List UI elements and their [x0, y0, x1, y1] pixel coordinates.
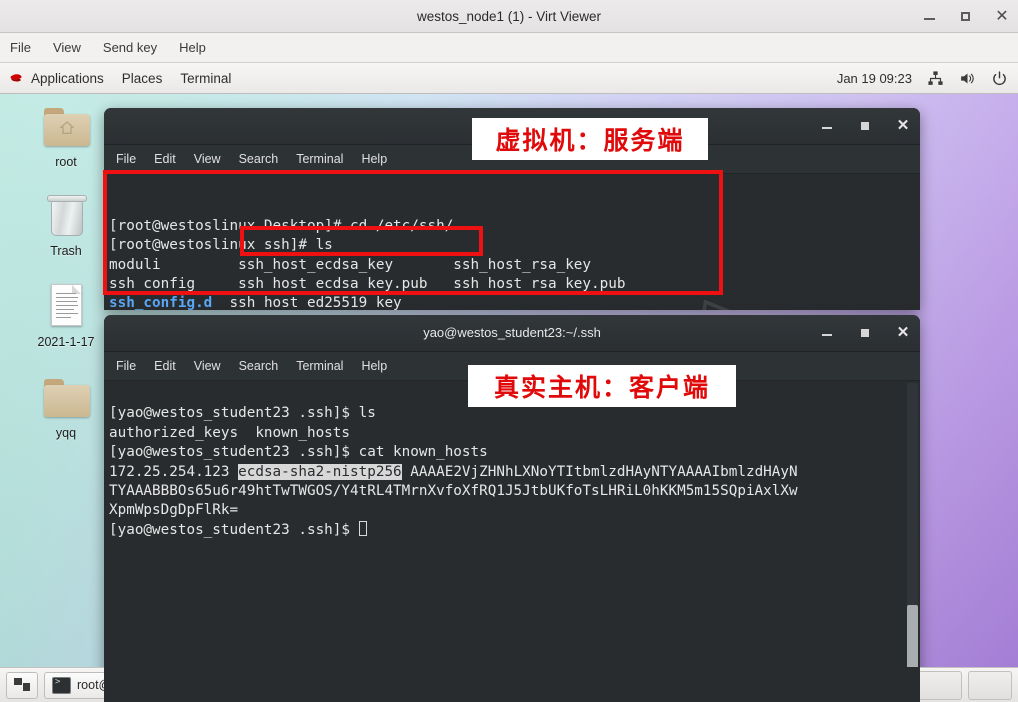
annotation-label-server: 虚拟机：服务端: [472, 118, 708, 160]
terminal2-title: yao@westos_student23:~/.ssh: [423, 325, 601, 340]
menu-help[interactable]: Help: [361, 152, 387, 166]
menu-view[interactable]: View: [194, 359, 221, 373]
terminal1-line: [root@westoslinux ssh]# ls: [109, 237, 333, 254]
menu-search[interactable]: Search: [239, 152, 279, 166]
terminal2-output[interactable]: [yao@westos_student23 .ssh]$ ls authorize…: [104, 381, 920, 675]
menu-help[interactable]: Help: [179, 40, 206, 55]
menu-edit[interactable]: Edit: [154, 359, 176, 373]
gnome-top-panel: Applications Places Terminal Jan 19 09:2…: [0, 63, 1018, 94]
known-hosts-line: 172.25.254.123 ecdsa-sha2-nistp256 AAAAE…: [109, 463, 920, 482]
terminal1-line: moduli ssh_host_ecdsa_key ssh_host_rsa_k…: [109, 256, 592, 273]
taskbar-slot[interactable]: [968, 670, 1012, 700]
known-hosts-key-3: XpmWpsDgDpFlRk=: [109, 502, 239, 519]
virt-viewer-menubar: File View Send key Help: [0, 33, 1018, 63]
trash-icon: [38, 191, 94, 241]
maximize-icon[interactable]: [858, 119, 872, 133]
desktop-icons: root Trash 2021-1-17 yqq: [26, 102, 106, 452]
dir-name: ssh_config.d: [109, 295, 213, 310]
close-icon[interactable]: ✕: [896, 118, 910, 133]
maximize-icon[interactable]: [858, 326, 872, 340]
terminal2-prompt-line: [yao@westos_student23 .ssh]$: [109, 520, 920, 540]
close-icon[interactable]: ✕: [896, 325, 910, 340]
panel-applications[interactable]: Applications: [31, 71, 104, 86]
terminal2-line: [yao@westos_student23 .ssh]$ cat known_h…: [109, 444, 488, 461]
document-icon: [38, 282, 94, 332]
known-hosts-host: 172.25.254.123: [109, 463, 239, 480]
known-hosts-keytype: ecdsa-sha2-nistp256: [238, 463, 402, 480]
terminal1-output[interactable]: [root@westoslinux Desktop]# cd /etc/ssh/…: [104, 174, 920, 310]
terminal2-prompt: [yao@westos_student23 .ssh]$: [109, 521, 359, 538]
annotation-label-client: 真实主机：客户端: [468, 365, 736, 407]
folder-icon: [38, 373, 94, 423]
redhat-logo-icon: [10, 73, 22, 81]
menu-terminal[interactable]: Terminal: [296, 359, 343, 373]
terminal2-window-controls: ✕: [820, 315, 910, 351]
terminal2-titlebar: yao@westos_student23:~/.ssh ✕: [104, 315, 920, 352]
screen: westos_node1 (1) - Virt Viewer ✕ File Vi…: [0, 0, 1018, 702]
power-icon[interactable]: [991, 70, 1008, 87]
terminal2-scrollbar-thumb[interactable]: [907, 605, 918, 669]
menu-view[interactable]: View: [194, 152, 221, 166]
minimize-icon[interactable]: [922, 9, 938, 25]
workspace-switcher-button[interactable]: [6, 671, 38, 699]
terminal1-line-dir: ssh_config.d ssh_host_ed25519_key: [109, 294, 920, 310]
dir-rest: ssh_host_ed25519_key: [212, 295, 402, 310]
terminal1-window-controls: ✕: [820, 108, 910, 144]
menu-edit[interactable]: Edit: [154, 152, 176, 166]
terminal2-line: [yao@westos_student23 .ssh]$ ls: [109, 405, 376, 422]
close-icon[interactable]: ✕: [994, 8, 1010, 25]
virt-viewer-title: westos_node1 (1) - Virt Viewer: [416, 9, 602, 24]
virt-viewer-window-controls: ✕: [922, 0, 1010, 33]
known-hosts-key-1: AAAAE2VjZHNhLXNoYTItbmlzdHAyNTYAAAAIbmlz…: [401, 463, 798, 480]
desktop-icon-yqq[interactable]: yqq: [26, 373, 106, 440]
network-icon[interactable]: [927, 70, 944, 87]
menu-search[interactable]: Search: [239, 359, 279, 373]
desktop-icon-label: 2021-1-17: [37, 335, 95, 349]
taskbar-slot[interactable]: [918, 670, 962, 700]
workspace-switcher-icon: [14, 678, 30, 692]
desktop-icon-trash[interactable]: Trash: [26, 191, 106, 258]
desktop-icon-document[interactable]: 2021-1-17: [26, 282, 106, 349]
minimize-icon[interactable]: [820, 326, 834, 340]
home-folder-icon: [38, 102, 94, 152]
menu-send-key[interactable]: Send key: [103, 40, 157, 55]
known-hosts-key-2: TYAAABBBOs65u6r49htTwTWGOS/Y4tRL4TMrnXvf…: [109, 483, 798, 500]
panel-terminal[interactable]: Terminal: [180, 71, 231, 86]
menu-file[interactable]: File: [10, 40, 31, 55]
terminal2-overlap-region: [104, 667, 920, 702]
desktop-icon-label: yqq: [55, 426, 77, 440]
volume-icon[interactable]: [959, 70, 976, 87]
desktop-icon-label: root: [55, 155, 77, 169]
panel-places[interactable]: Places: [122, 71, 163, 86]
virt-viewer-titlebar: westos_node1 (1) - Virt Viewer ✕: [0, 0, 1018, 33]
taskbar-right-slots: [918, 670, 1018, 700]
terminal-icon: [52, 676, 71, 694]
menu-file[interactable]: File: [116, 359, 136, 373]
minimize-icon[interactable]: [820, 119, 834, 133]
menu-help[interactable]: Help: [361, 359, 387, 373]
menu-file[interactable]: File: [116, 152, 136, 166]
cursor-icon: [358, 520, 367, 536]
terminal1-line: [root@westoslinux Desktop]# cd /etc/ssh/: [109, 217, 454, 234]
panel-clock[interactable]: Jan 19 09:23: [837, 71, 912, 86]
terminal2-line: authorized_keys known_hosts: [109, 424, 351, 441]
menu-terminal[interactable]: Terminal: [296, 152, 343, 166]
desktop-icon-label: Trash: [50, 244, 82, 258]
terminal1-line: ssh_config ssh_host_ecdsa_key.pub ssh_ho…: [109, 276, 626, 293]
desktop-icon-root[interactable]: root: [26, 102, 106, 169]
menu-view[interactable]: View: [53, 40, 81, 55]
maximize-icon[interactable]: [958, 9, 974, 25]
